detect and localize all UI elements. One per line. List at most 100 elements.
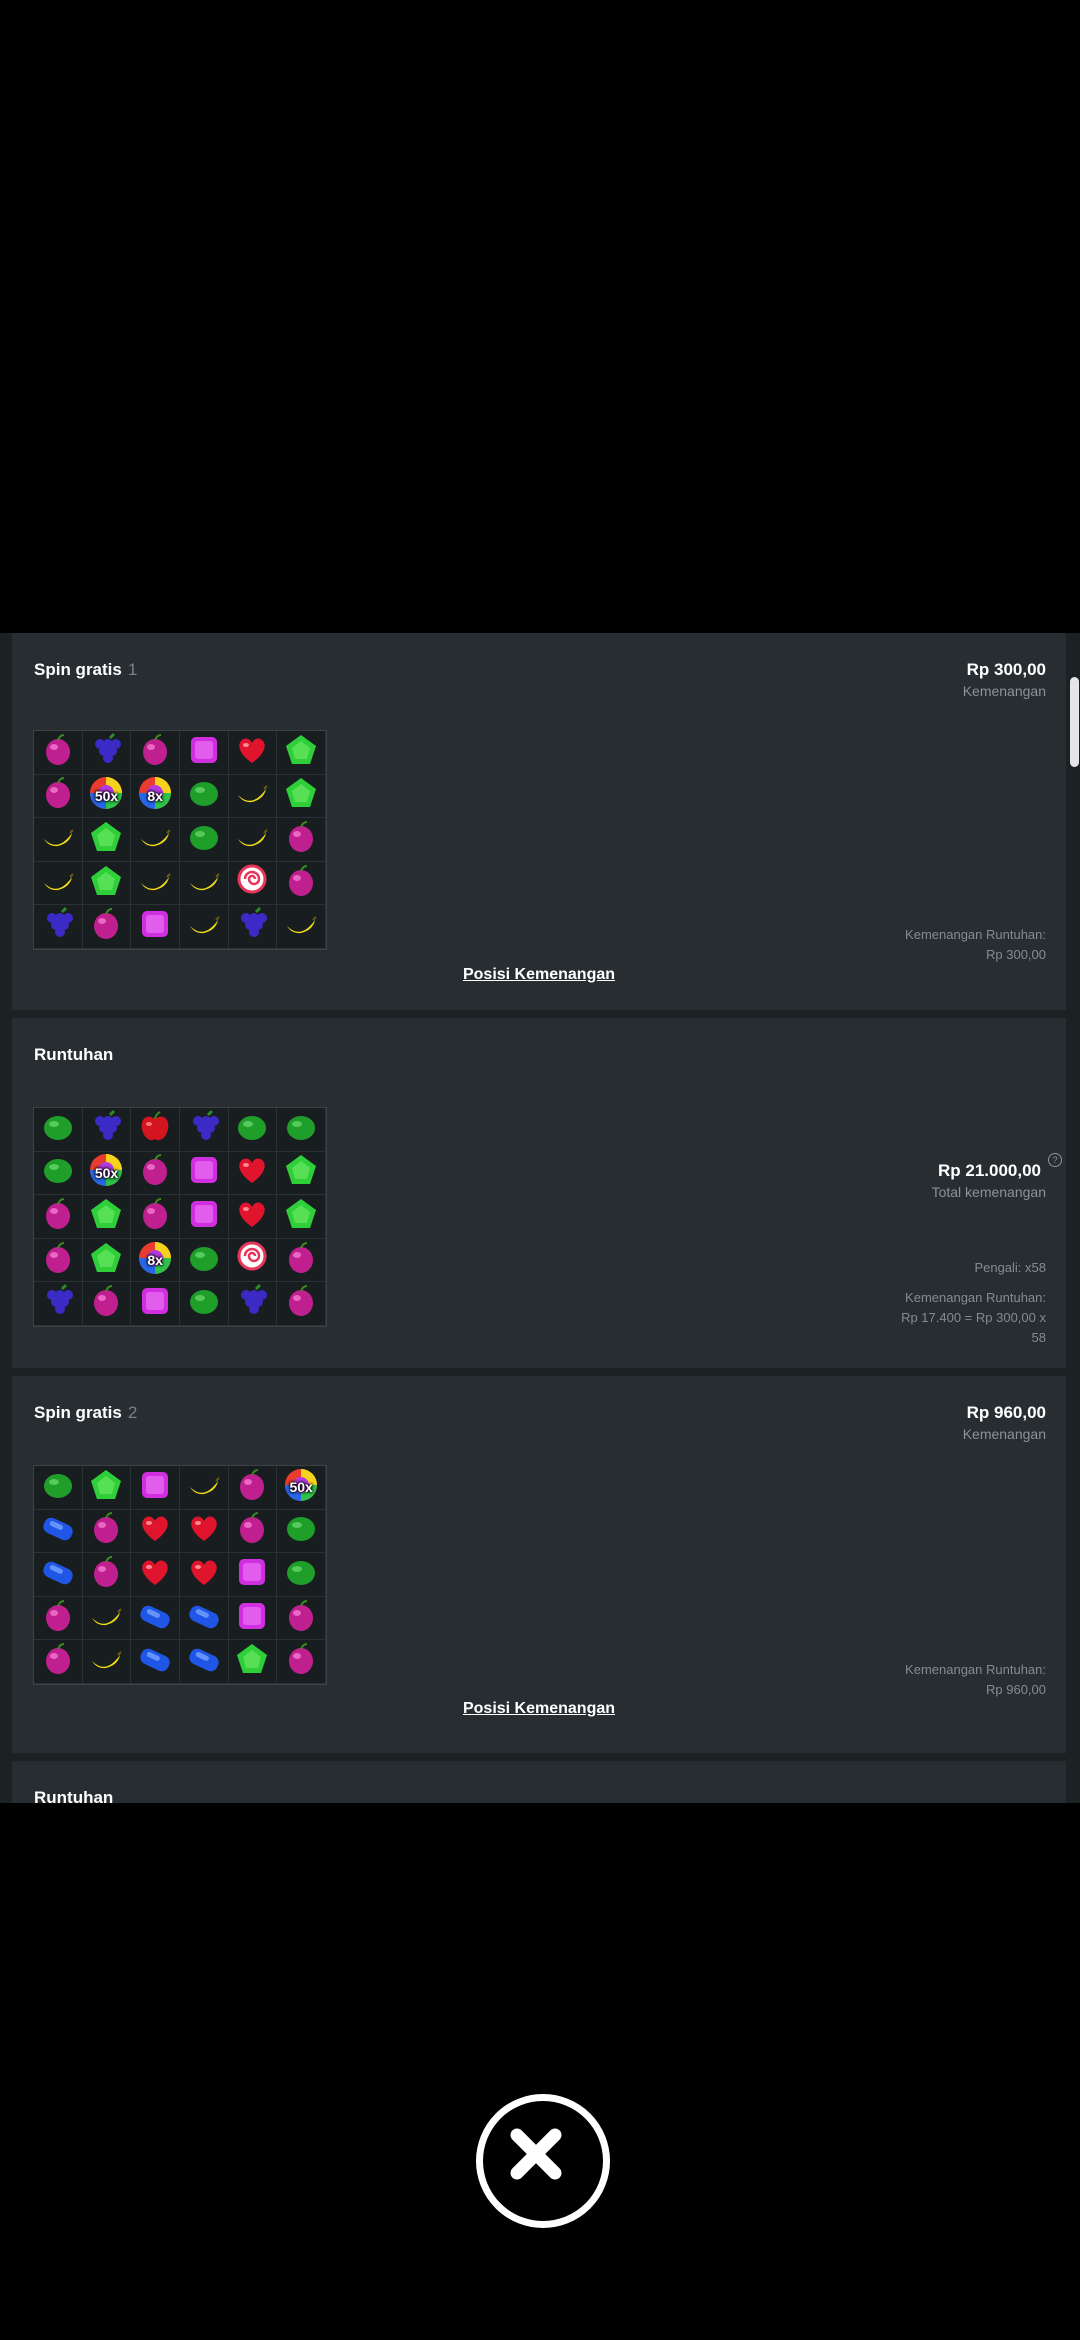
watermelon-icon xyxy=(40,1109,76,1150)
grid-cell xyxy=(277,1509,326,1554)
history-panel[interactable]: Spin gratis 1 Rp 300,00 Kemenangan 50x 8x … xyxy=(0,633,1068,1803)
grid-cell xyxy=(131,1640,180,1684)
watermelon-icon xyxy=(283,1554,319,1595)
card-title: Spin gratis 2 xyxy=(34,1403,138,1422)
grid-cell xyxy=(131,818,180,862)
grid-cell xyxy=(180,818,229,862)
oblong-icon xyxy=(137,1641,173,1682)
grid-cell xyxy=(228,861,278,906)
grid-cell xyxy=(180,1195,229,1239)
win-positions-link[interactable]: Posisi Kemenangan xyxy=(12,1700,1066,1718)
grid-cell xyxy=(277,818,326,862)
grid-cell xyxy=(180,1640,229,1684)
heart-icon xyxy=(234,1196,270,1237)
grid-cell xyxy=(228,774,278,819)
grid-cell xyxy=(131,861,180,906)
pentagon-icon xyxy=(88,819,124,860)
grid-cell xyxy=(34,861,83,906)
grid-cell xyxy=(82,1466,132,1510)
pentagon-icon xyxy=(283,1152,319,1193)
plum-icon xyxy=(283,1240,319,1281)
banana-icon xyxy=(186,863,222,904)
grid-cell: 50x xyxy=(82,774,132,819)
grid-cell xyxy=(82,731,132,775)
watermelon-icon xyxy=(186,1240,222,1281)
grid-cell xyxy=(131,1195,180,1239)
cascade-win-note: Kemenangan Runtuhan: Rp 300,00 xyxy=(905,927,1046,962)
plum-icon xyxy=(40,1196,76,1237)
grid-cell xyxy=(34,774,83,819)
plum-icon xyxy=(283,1598,319,1639)
pentagon-icon xyxy=(283,1196,319,1237)
cascade-card-1: Runtuhan 50x 8x Rp 21.000,00 ? Total keme… xyxy=(12,1018,1066,1368)
oblong-icon xyxy=(186,1598,222,1639)
grid-cell xyxy=(82,1108,132,1152)
total-win-label: Total kemenangan xyxy=(931,1184,1046,1200)
banana-icon xyxy=(137,863,173,904)
grid-cell xyxy=(82,1509,132,1554)
grid-cell xyxy=(82,1640,132,1684)
grid-cell xyxy=(34,1466,83,1510)
square-icon xyxy=(137,1467,173,1508)
grape-icon xyxy=(186,1109,222,1150)
grid-cell xyxy=(180,1238,229,1283)
pentagon-icon xyxy=(88,1467,124,1508)
pentagon-icon xyxy=(234,1641,270,1682)
grid-cell xyxy=(131,1282,180,1326)
grid-cell xyxy=(277,1596,326,1641)
help-icon[interactable]: ? xyxy=(1048,1153,1062,1167)
plum-icon xyxy=(40,1641,76,1682)
grid-cell xyxy=(277,1553,326,1597)
grid-cell xyxy=(131,1151,180,1196)
grid-cell xyxy=(180,731,229,775)
oblong-icon xyxy=(40,1510,76,1551)
win-label: Kemenangan xyxy=(962,1426,1046,1442)
apple-icon xyxy=(137,1109,173,1150)
grid-cell xyxy=(34,1553,83,1597)
grid-cell xyxy=(131,1509,180,1554)
win-positions-link[interactable]: Posisi Kemenangan xyxy=(12,966,1066,984)
grid-cell xyxy=(34,905,83,949)
square-icon xyxy=(186,1152,222,1193)
grid-cell xyxy=(34,818,83,862)
grid-cell xyxy=(180,1151,229,1196)
pentagon-icon xyxy=(283,732,319,773)
heart-icon xyxy=(137,1510,173,1551)
banana-icon xyxy=(186,906,222,947)
scrollbar-thumb[interactable] xyxy=(1070,677,1079,767)
grid-cell xyxy=(228,1238,278,1283)
watermelon-icon xyxy=(40,1152,76,1193)
close-button[interactable] xyxy=(476,2094,610,2228)
grid-cell: 50x xyxy=(82,1151,132,1196)
spin-card-1: Spin gratis 1 Rp 300,00 Kemenangan 50x 8x … xyxy=(12,633,1066,1010)
multiplier-label: 50x xyxy=(94,787,119,804)
pentagon-icon xyxy=(88,1240,124,1281)
plum-icon xyxy=(283,1283,319,1324)
grid-cell xyxy=(82,1195,132,1239)
grid-cell: 8x xyxy=(131,774,180,819)
plum-icon xyxy=(88,906,124,947)
watermelon-icon xyxy=(186,775,222,816)
grid-cell xyxy=(131,1553,180,1597)
plum-icon xyxy=(88,1554,124,1595)
grid-cell xyxy=(277,1282,326,1326)
spin-card-2: Spin gratis 2 Rp 960,00 Kemenangan 50x Ke… xyxy=(12,1376,1066,1753)
grid-cell xyxy=(277,1238,326,1283)
scrollbar[interactable] xyxy=(1068,633,1080,1803)
plum-icon xyxy=(137,732,173,773)
plum-icon xyxy=(234,1467,270,1508)
grid-cell xyxy=(277,861,326,906)
grid-cell xyxy=(228,1596,278,1641)
heart-icon xyxy=(234,732,270,773)
grid-cell xyxy=(228,818,278,862)
square-icon xyxy=(234,1598,270,1639)
banana-icon xyxy=(40,819,76,860)
plum-icon xyxy=(234,1510,270,1551)
pentagon-icon xyxy=(88,863,124,904)
grid-cell xyxy=(34,1195,83,1239)
symbol-grid: 50x 8x xyxy=(33,730,327,950)
grid-cell xyxy=(277,1640,326,1684)
pentagon-icon xyxy=(88,1196,124,1237)
plum-icon xyxy=(283,819,319,860)
grid-cell xyxy=(34,731,83,775)
